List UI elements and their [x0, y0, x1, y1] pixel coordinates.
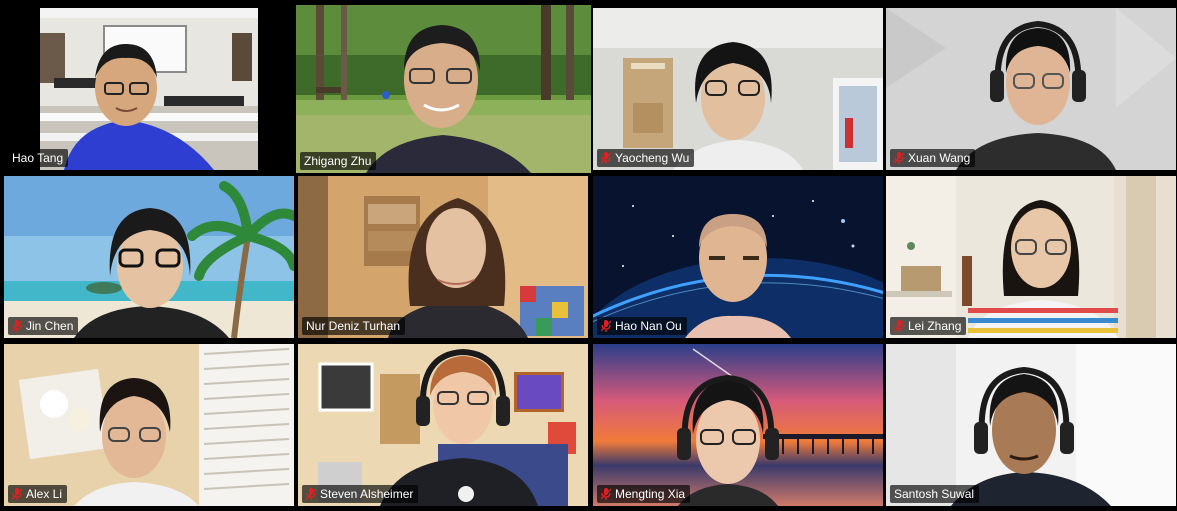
participant-name-tag: Nur Deniz Turhan [302, 317, 406, 335]
participant-name-tag: Xuan Wang [890, 149, 976, 167]
participant-video [677, 374, 779, 506]
participant-name: Santosh Suwal [894, 487, 975, 501]
participant-name: Hao Tang [12, 151, 64, 165]
participant-video [956, 20, 1116, 170]
participant-name: Xuan Wang [908, 151, 971, 165]
participant-name-tag: Santosh Suwal [890, 485, 980, 503]
participant-video [685, 214, 791, 338]
participant-video [64, 44, 214, 170]
muted-mic-icon [601, 320, 611, 332]
participant-name-tag: Hao Tang [8, 149, 69, 167]
participant-name: Hao Nan Ou [615, 319, 682, 333]
participant-tile-alex-li[interactable]: Alex Li [4, 344, 294, 506]
participant-name-tag: Yaocheng Wu [597, 149, 695, 167]
muted-mic-icon [12, 320, 22, 332]
participant-tile-steven-alsheimer[interactable]: Steven Alsheimer [298, 344, 588, 506]
participant-video [380, 348, 538, 506]
participant-tile-nur-deniz-turhan[interactable]: Nur Deniz Turhan [298, 176, 588, 338]
participant-name: Jin Chen [26, 319, 74, 333]
participant-video [951, 366, 1111, 506]
participant-name: Nur Deniz Turhan [306, 319, 401, 333]
muted-mic-icon [894, 320, 904, 332]
participant-video [366, 25, 531, 173]
participant-name: Steven Alsheimer [320, 487, 414, 501]
participant-name: Mengting Xia [615, 487, 686, 501]
video-gallery: Hao Tang Zhigang Zhu Yaocheng Wu Xuan Wa… [0, 0, 1177, 511]
participant-name-tag: Alex Li [8, 485, 68, 503]
participant-name-tag: Mengting Xia [597, 485, 691, 503]
participant-name-tag: Hao Nan Ou [597, 317, 687, 335]
participant-tile-yaocheng-wu[interactable]: Yaocheng Wu [593, 8, 883, 170]
muted-mic-icon [601, 152, 611, 164]
participant-name-tag: Jin Chen [8, 317, 79, 335]
participant-name: Lei Zhang [908, 319, 962, 333]
participant-tile-xuan-wang[interactable]: Xuan Wang [886, 8, 1176, 170]
participant-video [968, 200, 1118, 338]
muted-mic-icon [12, 488, 22, 500]
muted-mic-icon [894, 152, 904, 164]
participant-video [388, 198, 528, 338]
participant-name-tag: Zhigang Zhu [300, 152, 377, 170]
muted-mic-icon [601, 488, 611, 500]
muted-mic-icon [306, 488, 316, 500]
participant-tile-hao-nan-ou[interactable]: Hao Nan Ou [593, 176, 883, 338]
participant-video [74, 208, 229, 338]
participant-tile-zhigang-zhu[interactable]: Zhigang Zhu [296, 5, 591, 173]
participant-video [673, 42, 803, 170]
participant-name: Alex Li [26, 487, 63, 501]
participant-tile-hao-tang[interactable]: Hao Tang [4, 8, 294, 170]
participant-name-tag: Steven Alsheimer [302, 485, 419, 503]
participant-tile-lei-zhang[interactable]: Lei Zhang [886, 176, 1176, 338]
participant-tile-mengting-xia[interactable]: Mengting Xia [593, 344, 883, 506]
participant-name: Yaocheng Wu [615, 151, 690, 165]
participant-tile-santosh-suwal[interactable]: Santosh Suwal [886, 344, 1176, 506]
participant-tile-jin-chen[interactable]: Jin Chen [4, 176, 294, 338]
participant-video [74, 378, 199, 506]
participant-name: Zhigang Zhu [304, 154, 372, 168]
participant-name-tag: Lei Zhang [890, 317, 967, 335]
